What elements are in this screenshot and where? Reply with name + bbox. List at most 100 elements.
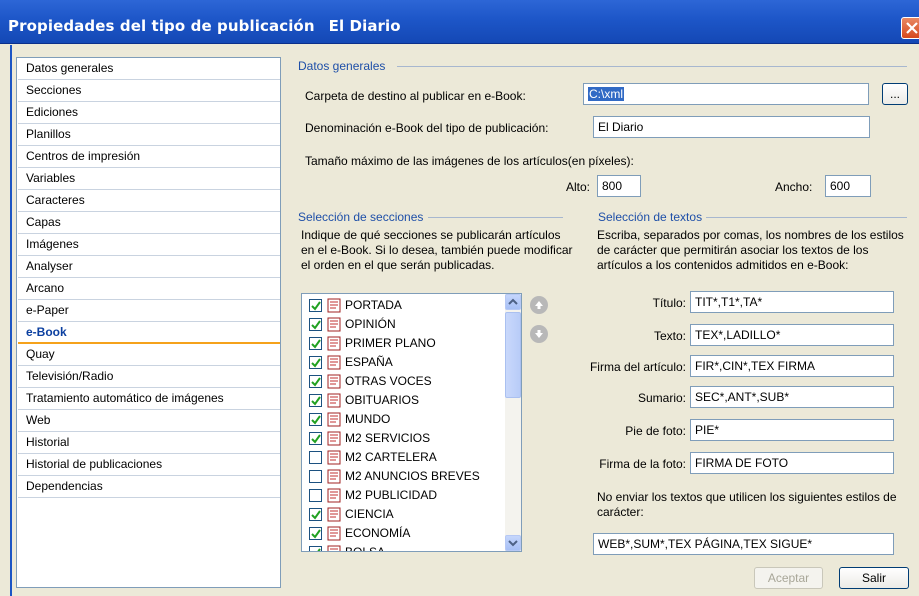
section-checkbox[interactable] — [309, 546, 322, 551]
section-doc-icon — [327, 450, 341, 465]
title-style-input[interactable]: TIT*,T1*,TA* — [690, 291, 894, 313]
move-up-button[interactable] — [530, 296, 548, 314]
exclude-desc-line-1: No enviar los textos que utilicen los si… — [597, 490, 897, 504]
window-title-publication: El Diario — [328, 17, 401, 35]
nav-item-tratamiento-imagenes[interactable]: Tratamiento automático de imágenes — [18, 388, 280, 410]
nav-item-imagenes[interactable]: Imágenes — [18, 234, 280, 256]
close-icon — [906, 22, 918, 34]
accept-button[interactable]: Aceptar — [754, 567, 823, 589]
section-doc-icon — [327, 374, 341, 389]
text-style-input[interactable]: TEX*,LADILLO* — [690, 324, 894, 346]
chevron-up-icon — [508, 298, 518, 305]
nav-item-e-paper[interactable]: e-Paper — [18, 300, 280, 322]
checkmark-icon — [311, 510, 321, 520]
nav-item-television-radio[interactable]: Televisión/Radio — [18, 366, 280, 388]
exclude-styles-input[interactable]: WEB*,SUM*,TEX PÁGINA,TEX SIGUE* — [593, 533, 894, 555]
section-checkbox[interactable] — [309, 337, 322, 350]
nav-item-historial[interactable]: Historial — [18, 432, 280, 454]
checkmark-icon — [311, 396, 321, 406]
section-label: OBITUARIOS — [345, 393, 420, 407]
checkmark-icon — [311, 377, 321, 387]
nav-item-analyser[interactable]: Analyser — [18, 256, 280, 278]
width-input[interactable]: 600 — [825, 175, 871, 197]
text-style-label: Texto: — [653, 329, 686, 343]
section-checkbox[interactable] — [309, 299, 322, 312]
section-checkbox[interactable] — [309, 413, 322, 426]
section-label: M2 CARTELERA — [345, 450, 437, 464]
nav-item-historial-publicaciones[interactable]: Historial de publicaciones — [18, 454, 280, 476]
browse-button[interactable]: ... — [882, 83, 908, 105]
exclude-description: No enviar los textos que utilicen los si… — [597, 490, 897, 520]
section-label: ECONOMÍA — [345, 526, 411, 540]
nav-item-e-book[interactable]: e-Book — [18, 322, 280, 344]
photo-credit-style-input[interactable]: FIRMA DE FOTO — [690, 452, 894, 474]
scroll-thumb[interactable] — [505, 312, 521, 398]
category-list: Datos generales Secciones Ediciones Plan… — [16, 57, 281, 588]
sections-scrollbar[interactable] — [505, 294, 521, 551]
section-checkbox[interactable] — [309, 508, 322, 521]
nav-item-arcano[interactable]: Arcano — [18, 278, 280, 300]
section-doc-icon — [327, 507, 341, 522]
photo-credit-style-label: Firma de la foto: — [599, 457, 686, 471]
caption-style-label: Pie de foto: — [625, 424, 686, 438]
nav-item-centros-impresion[interactable]: Centros de impresión — [18, 146, 280, 168]
checkmark-icon — [317, 548, 321, 551]
checkmark-icon — [311, 320, 321, 330]
section-doc-icon — [327, 526, 341, 541]
move-down-button[interactable] — [530, 325, 548, 343]
sections-list[interactable]: PORTADA OPINIÓN PRIMER PLANO ESPAÑA OTRA… — [301, 293, 522, 552]
dest-folder-value: C:\xml — [588, 87, 624, 101]
section-doc-icon — [327, 431, 341, 446]
section-label: M2 SERVICIOS — [345, 431, 431, 445]
section-checkbox[interactable] — [309, 318, 322, 331]
section-doc-icon — [327, 317, 341, 332]
nav-item-datos-generales[interactable]: Datos generales — [18, 58, 280, 80]
nav-item-caracteres[interactable]: Caracteres — [18, 190, 280, 212]
section-checkbox[interactable] — [309, 527, 322, 540]
section-checkbox[interactable] — [309, 470, 322, 483]
nav-item-web[interactable]: Web — [18, 410, 280, 432]
exit-button[interactable]: Salir — [839, 567, 909, 589]
checkmark-icon — [311, 339, 321, 349]
chevron-down-icon — [508, 540, 518, 547]
caption-style-input[interactable]: PIE* — [690, 419, 894, 441]
dest-folder-input[interactable]: C:\xml — [583, 83, 869, 105]
section-checkbox[interactable] — [309, 394, 322, 407]
summary-style-label: Sumario: — [637, 391, 686, 405]
texts-desc-line-1: Escriba, separados por comas, los nombre… — [597, 228, 904, 242]
ebook-name-input[interactable]: El Diario — [593, 116, 870, 138]
sections-desc-line-2: en el e-Book. Si lo desea, también puede… — [301, 243, 573, 257]
title-bar[interactable]: Propiedades del tipo de publicación El Di… — [0, 0, 919, 44]
nav-item-capas[interactable]: Capas — [18, 212, 280, 234]
byline-style-label: Firma del artículo: — [589, 360, 686, 374]
checkmark-icon — [311, 434, 321, 444]
section-doc-icon — [327, 355, 341, 370]
close-button[interactable] — [901, 17, 919, 39]
nav-item-dependencias[interactable]: Dependencias — [18, 476, 280, 498]
nav-item-ediciones[interactable]: Ediciones — [18, 102, 280, 124]
texts-group-line — [706, 217, 907, 218]
section-checkbox[interactable] — [309, 432, 322, 445]
section-checkbox[interactable] — [309, 375, 322, 388]
section-checkbox[interactable] — [309, 489, 322, 502]
height-input[interactable]: 800 — [597, 175, 641, 197]
texts-desc-line-2: de carácter que permitirán asociar los t… — [597, 243, 869, 257]
section-checkbox[interactable] — [309, 451, 322, 464]
general-group-header: Datos generales — [298, 59, 386, 73]
nav-item-quay[interactable]: Quay — [18, 344, 280, 366]
scroll-down-button[interactable] — [505, 535, 521, 551]
texts-group-header: Selección de textos — [598, 210, 703, 224]
nav-item-secciones[interactable]: Secciones — [18, 80, 280, 102]
nav-item-variables[interactable]: Variables — [18, 168, 280, 190]
byline-style-input[interactable]: FIR*,CIN*,TEX FIRMA — [690, 355, 894, 377]
nav-item-planillos[interactable]: Planillos — [18, 124, 280, 146]
section-doc-icon — [327, 545, 341, 551]
summary-style-input[interactable]: SEC*,ANT*,SUB* — [690, 386, 894, 408]
arrow-down-icon — [535, 330, 543, 338]
exclude-desc-line-2: carácter: — [597, 505, 644, 519]
section-doc-icon — [327, 412, 341, 427]
section-label: BOLSA — [345, 545, 386, 552]
scroll-up-button[interactable] — [505, 294, 521, 310]
section-checkbox[interactable] — [309, 356, 322, 369]
section-label: PRIMER PLANO — [345, 336, 436, 350]
